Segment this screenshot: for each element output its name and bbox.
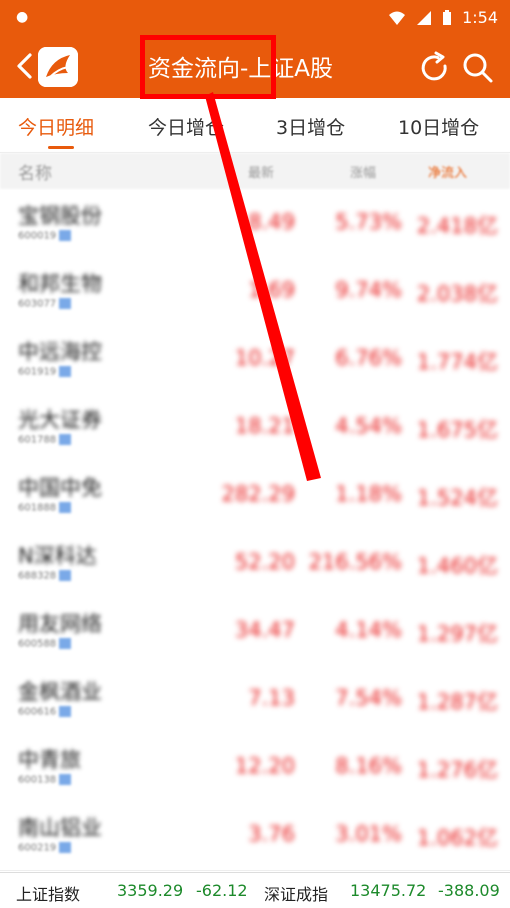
column-change[interactable]: 涨幅 bbox=[350, 162, 376, 181]
stock-code: 600019 bbox=[18, 230, 72, 242]
stock-name: 和邦生物 bbox=[18, 272, 102, 296]
stock-net-inflow: 2.038亿 bbox=[416, 282, 498, 306]
table-row[interactable]: 中青旅 600138 12.20 8.16% 1.276亿 bbox=[0, 734, 510, 803]
table-row[interactable]: 和邦生物 603077 1.69 9.74% 2.038亿 bbox=[0, 258, 510, 327]
stock-price: 12.20 bbox=[234, 754, 295, 778]
table-row[interactable]: 宝钢股份 600019 8.49 5.73% 2.418亿 bbox=[0, 190, 510, 259]
stock-code: 601788 bbox=[18, 434, 72, 446]
stock-net-inflow: 2.418亿 bbox=[416, 214, 498, 238]
stock-price: 3.76 bbox=[248, 822, 295, 846]
refresh-icon[interactable] bbox=[416, 50, 452, 86]
stock-code: 601919 bbox=[18, 366, 72, 378]
stock-change: 7.54% bbox=[335, 686, 402, 710]
sz-index-change: -388.09 bbox=[438, 881, 500, 900]
stock-net-inflow: 1.774亿 bbox=[416, 350, 498, 374]
table-row[interactable]: 中国中免 601888 282.29 1.18% 1.524亿 bbox=[0, 462, 510, 531]
stock-name: 中青旅 bbox=[18, 748, 81, 772]
active-tab-indicator bbox=[48, 146, 74, 149]
stock-price: 10.27 bbox=[234, 346, 295, 370]
signal-icon bbox=[417, 10, 432, 25]
tab-bar: 今日明细 今日增仓 3日增仓 10日增仓 bbox=[0, 98, 510, 153]
sz-index-label: 深证成指 bbox=[264, 885, 329, 904]
stock-name: 南山铝业 bbox=[18, 816, 102, 840]
sh-index-value: 3359.29 bbox=[117, 881, 184, 900]
column-price[interactable]: 最新 bbox=[248, 162, 274, 181]
stock-net-inflow: 1.276亿 bbox=[416, 758, 498, 782]
stock-change: 5.73% bbox=[335, 210, 402, 234]
status-icons: 1:54 bbox=[388, 8, 498, 27]
notification-icon: ● bbox=[16, 9, 29, 25]
stock-code: 600219 bbox=[18, 842, 72, 854]
stock-price: 18.21 bbox=[234, 414, 295, 438]
stock-name: 中国中免 bbox=[18, 476, 102, 500]
table-row[interactable]: 用友网络 600588 34.47 4.14% 1.297亿 bbox=[0, 598, 510, 667]
stock-change: 1.18% bbox=[335, 482, 402, 506]
table-row[interactable]: 南山铝业 600219 3.76 3.01% 1.062亿 bbox=[0, 802, 510, 871]
annotation-highlight-box bbox=[140, 35, 276, 99]
wifi-icon bbox=[389, 11, 406, 25]
stock-name: 中远海控 bbox=[18, 340, 102, 364]
stock-name: 用友网络 bbox=[18, 612, 102, 636]
stock-price: 282.29 bbox=[221, 482, 295, 506]
stock-name: N深科达 bbox=[18, 544, 97, 568]
stock-net-inflow: 1.460亿 bbox=[416, 554, 498, 578]
stock-code: 600138 bbox=[18, 774, 72, 786]
stock-name: 宝钢股份 bbox=[18, 204, 102, 228]
stock-name: 光大证券 bbox=[18, 408, 102, 432]
status-time: 1:54 bbox=[462, 8, 498, 27]
stock-change: 4.14% bbox=[335, 618, 402, 642]
stock-change: 3.01% bbox=[335, 822, 402, 846]
stock-change: 9.74% bbox=[335, 278, 402, 302]
sz-index-value: 13475.72 bbox=[350, 881, 427, 900]
stock-net-inflow: 1.675亿 bbox=[416, 418, 498, 442]
tab-today-detail[interactable]: 今日明细 bbox=[18, 113, 94, 140]
status-bar: ● 1:54 bbox=[0, 0, 510, 36]
stock-name: 金枫酒业 bbox=[18, 680, 102, 704]
stock-net-inflow: 1.297亿 bbox=[416, 622, 498, 646]
app-logo-icon[interactable] bbox=[38, 47, 78, 87]
sh-index-change: -62.12 bbox=[196, 881, 248, 900]
stock-code: 688328 bbox=[18, 570, 72, 582]
stock-price: 1.69 bbox=[248, 278, 295, 302]
stock-change: 216.56% bbox=[308, 550, 402, 574]
column-name[interactable]: 名称 bbox=[18, 159, 52, 184]
table-row[interactable]: 中远海控 601919 10.27 6.76% 1.774亿 bbox=[0, 326, 510, 395]
battery-icon bbox=[443, 9, 452, 25]
tab-10day-increase[interactable]: 10日增仓 bbox=[398, 113, 479, 140]
sh-index-label: 上证指数 bbox=[16, 885, 81, 904]
tab-3day-increase[interactable]: 3日增仓 bbox=[276, 113, 345, 140]
tab-today-increase[interactable]: 今日增仓 bbox=[148, 113, 224, 140]
stock-change: 8.16% bbox=[335, 754, 402, 778]
search-icon[interactable] bbox=[460, 50, 496, 86]
stock-code: 600588 bbox=[18, 638, 72, 650]
stock-net-inflow: 1.524亿 bbox=[416, 486, 498, 510]
stock-price: 8.49 bbox=[248, 210, 295, 234]
column-header: 名称 最新 涨幅 净流入 bbox=[0, 153, 510, 189]
stock-price: 34.47 bbox=[234, 618, 295, 642]
stock-price: 7.13 bbox=[248, 686, 295, 710]
table-row[interactable]: N深科达 688328 52.20 216.56% 1.460亿 bbox=[0, 530, 510, 599]
stock-net-inflow: 1.287亿 bbox=[416, 690, 498, 714]
table-row[interactable]: 光大证券 601788 18.21 4.54% 1.675亿 bbox=[0, 394, 510, 463]
stock-change: 6.76% bbox=[335, 346, 402, 370]
column-flow[interactable]: 净流入 bbox=[428, 162, 467, 181]
table-row[interactable]: 金枫酒业 600616 7.13 7.54% 1.287亿 bbox=[0, 666, 510, 735]
stock-code: 600616 bbox=[18, 706, 72, 718]
stock-code: 601888 bbox=[18, 502, 72, 514]
stock-change: 4.54% bbox=[335, 414, 402, 438]
stock-code: 603077 bbox=[18, 298, 72, 310]
index-ticker-bar[interactable]: 上证指数 3359.29 -62.12 深证成指 13475.72 -388.0… bbox=[0, 872, 510, 908]
stock-price: 52.20 bbox=[234, 550, 295, 574]
stock-net-inflow: 1.062亿 bbox=[416, 826, 498, 850]
